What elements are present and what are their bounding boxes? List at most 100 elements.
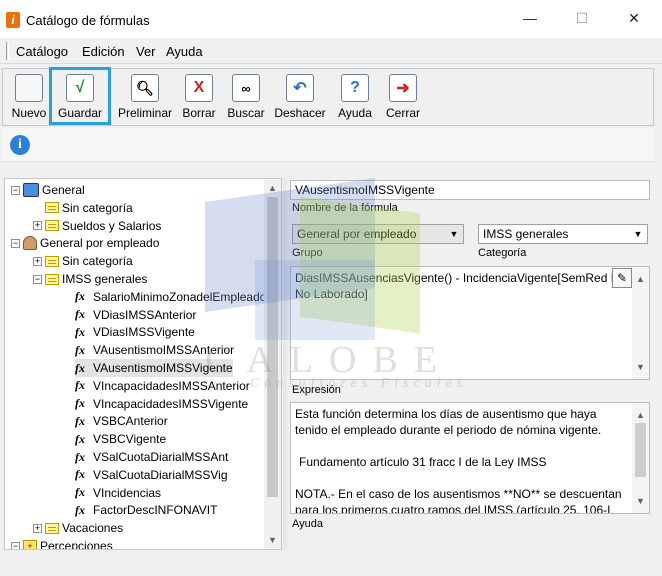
app-icon: i: [6, 12, 20, 28]
collapse-icon[interactable]: −: [11, 185, 20, 195]
tree-scrollbar[interactable]: ▲ ▼: [264, 179, 281, 549]
help-text-field[interactable]: Esta función determina los días de ausen…: [290, 402, 650, 514]
categoria-label: Categoría: [478, 247, 527, 259]
scroll-up-icon[interactable]: ▲: [636, 407, 645, 423]
tree-item-label: Percepciones: [40, 539, 113, 550]
scroll-down-icon[interactable]: ▼: [268, 535, 277, 545]
scroll-up-icon[interactable]: ▲: [268, 183, 277, 193]
tree-item[interactable]: fx VAusentismoIMSSAnterior: [75, 341, 234, 359]
tree-item[interactable]: fx VSBCVigente: [75, 430, 166, 448]
scroll-down-icon[interactable]: ▼: [636, 359, 645, 375]
tree-item[interactable]: − + Percepciones: [11, 537, 113, 550]
tree-item-label: FactorDescINFONAVIT: [93, 503, 218, 518]
tree-item-label: SalarioMinimoZonadelEmpleado: [93, 289, 267, 304]
title-bar: i Catálogo de fórmulas — ☐ ✕: [0, 0, 662, 38]
expression-field[interactable]: DiasIMSSAusenciasVigente() - IncidenciaV…: [290, 266, 650, 380]
toolbar: Nuevo √ Guardar 🔍︎ Preliminar X Borrar ∞…: [2, 67, 654, 126]
tree-item[interactable]: fx VIncidencias: [75, 484, 161, 502]
guardar-label: Guardar: [57, 106, 103, 120]
borrar-button[interactable]: X Borrar: [179, 71, 219, 123]
help-icon: ?: [341, 74, 369, 102]
folder-icon: [45, 202, 59, 214]
tree-item-label: VAusentismoIMSSVigente: [93, 361, 233, 375]
checkmark-icon: √: [66, 74, 94, 102]
tree-item[interactable]: fx VIncapacidadesIMSSVigente: [75, 395, 248, 413]
fx-icon: fx: [75, 467, 85, 482]
tree-item[interactable]: + Sin categoría: [33, 252, 133, 270]
tree-item[interactable]: − IMSS generales: [33, 270, 147, 288]
tree-item-label: VDiasIMSSAnterior: [93, 307, 197, 322]
tree-item[interactable]: fx FactorDescINFONAVIT: [75, 501, 217, 519]
categoria-select[interactable]: IMSS generales ▼: [478, 224, 648, 244]
help-line: [295, 470, 631, 486]
pane-splitter[interactable]: [283, 178, 287, 550]
help-line: Esta función determina los días de ausen…: [295, 407, 602, 437]
menu-ver[interactable]: Ver: [136, 44, 156, 59]
cerrar-label: Cerrar: [385, 106, 420, 120]
grupo-select[interactable]: General por empleado ▼: [292, 224, 464, 244]
menu-ayuda[interactable]: Ayuda: [166, 44, 203, 59]
tree-item-label: Sin categoría: [62, 200, 133, 215]
collapse-icon[interactable]: −: [33, 274, 42, 284]
tree-item[interactable]: fx VIncapacidadesIMSSAnterior: [75, 377, 250, 395]
preliminar-label: Preliminar: [117, 106, 172, 120]
fx-icon: fx: [75, 378, 85, 393]
tree-item[interactable]: + Vacaciones: [33, 519, 123, 537]
ayuda-button[interactable]: ? Ayuda: [335, 71, 375, 123]
tree-item[interactable]: fx VAusentismoIMSSVigente: [75, 359, 233, 377]
folder-icon: [45, 255, 59, 267]
tree-item[interactable]: fx VSBCAnterior: [75, 412, 168, 430]
cerrar-button[interactable]: ➜ Cerrar: [383, 71, 423, 123]
window-title: Catálogo de fórmulas: [26, 13, 150, 28]
tree-item[interactable]: − General: [11, 181, 85, 199]
tree-item[interactable]: fx VDiasIMSSVigente: [75, 323, 195, 341]
scroll-thumb[interactable]: [635, 423, 646, 477]
menu-grip: [6, 42, 9, 60]
guardar-button[interactable]: √ Guardar: [49, 67, 111, 125]
scroll-up-icon[interactable]: ▲: [636, 271, 645, 287]
buscar-button[interactable]: ∞ Buscar: [225, 71, 267, 123]
globe-icon: [23, 183, 39, 197]
preliminar-button[interactable]: 🔍︎ Preliminar: [117, 71, 173, 123]
formula-name-field[interactable]: VAusentismoIMSSVigente: [290, 180, 650, 200]
minimize-button[interactable]: —: [520, 10, 540, 28]
tree-item[interactable]: − General por empleado: [11, 234, 159, 252]
formula-tree[interactable]: − General Sin categoría + Sueldos y Salarios…: [4, 178, 282, 550]
fx-icon: fx: [75, 431, 85, 446]
tree-item-label: Vacaciones: [62, 521, 124, 536]
help-scrollbar[interactable]: ▲ ▼: [632, 403, 649, 513]
help-line: Fundamento artículo 31 fracc I de la Ley…: [299, 455, 547, 469]
collapse-icon[interactable]: −: [11, 238, 20, 248]
tree-item[interactable]: fx VSalCuotaDiarialMSSVig: [75, 466, 228, 484]
tree-item[interactable]: + Sueldos y Salarios: [33, 217, 161, 235]
menu-catalogo[interactable]: Catálogo: [16, 44, 68, 59]
fx-icon: fx: [75, 502, 85, 517]
maximize-button[interactable]: ☐: [572, 10, 592, 28]
expression-text: DiasIMSSAusenciasVigente() - IncidenciaV…: [295, 271, 630, 301]
tree-item-label: General por empleado: [40, 236, 160, 251]
borrar-label: Borrar: [182, 106, 216, 120]
tree-item[interactable]: Sin categoría: [33, 199, 133, 217]
scroll-thumb[interactable]: [267, 197, 278, 497]
tree-item-label: VAusentismoIMSSAnterior: [93, 343, 235, 358]
nuevo-button[interactable]: Nuevo: [9, 71, 49, 123]
chevron-down-icon: ▼: [633, 229, 643, 239]
expand-icon[interactable]: +: [33, 256, 42, 266]
formula-wizard-icon[interactable]: ✎: [612, 268, 632, 288]
collapse-icon[interactable]: −: [11, 541, 20, 549]
info-icon[interactable]: i: [10, 135, 30, 155]
deshacer-button[interactable]: ↶ Deshacer: [273, 71, 327, 123]
tree-item[interactable]: fx VSalCuotaDiarialMSSAnt: [75, 448, 228, 466]
tree-item-label: VSBCAnterior: [93, 414, 168, 429]
close-button[interactable]: ✕: [624, 10, 644, 28]
tree-item[interactable]: fx SalarioMinimoZonadelEmpleado: [75, 288, 266, 306]
tree-item[interactable]: fx VDiasIMSSAnterior: [75, 306, 196, 324]
expand-icon[interactable]: +: [33, 523, 42, 533]
expand-icon[interactable]: +: [33, 221, 42, 231]
scroll-down-icon[interactable]: ▼: [636, 493, 645, 509]
expression-scrollbar[interactable]: ▲ ▼: [632, 267, 649, 379]
tree-item-label: VSalCuotaDiarialMSSAnt: [93, 450, 229, 464]
tree-item-label: VDiasIMSSVigente: [93, 325, 195, 340]
menu-edicion[interactable]: Edición: [82, 44, 125, 59]
fx-icon: fx: [75, 449, 85, 464]
